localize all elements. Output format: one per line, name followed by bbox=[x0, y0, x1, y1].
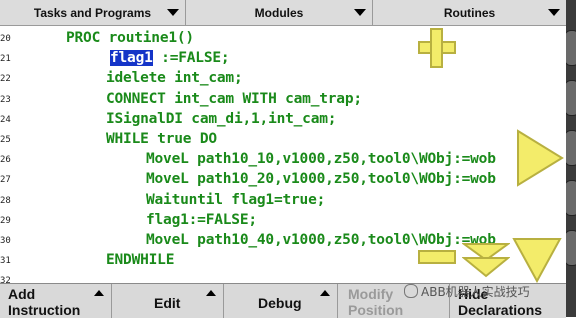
watermark: ABB机器人实战技巧 bbox=[404, 283, 530, 300]
code-text: Waituntil flag1=true; bbox=[146, 191, 326, 208]
dropdown-arrow-icon bbox=[354, 9, 366, 16]
code-text: idelete int_cam; bbox=[106, 70, 243, 87]
code-line[interactable]: Waituntil flag1=true; bbox=[146, 192, 325, 208]
line-number: 29 bbox=[0, 215, 11, 226]
code-text: ISignalDI cam_di,1,int_cam; bbox=[106, 110, 337, 127]
code-line[interactable]: MoveL path10_10,v1000,z50,tool0\WObj:=wo… bbox=[146, 151, 496, 167]
code-line[interactable]: idelete int_cam; bbox=[106, 70, 243, 87]
tab-label: Tasks and Programs bbox=[33, 5, 152, 20]
code-line[interactable]: flag1 :=FALSE; bbox=[109, 49, 230, 68]
line-number: 32 bbox=[0, 276, 11, 283]
code-text: MoveL path10_40,v1000,z50,tool0\WObj:=wo… bbox=[146, 232, 496, 248]
code-line[interactable]: ENDWHILE bbox=[106, 252, 174, 268]
code-text: ENDWHILE bbox=[106, 252, 175, 269]
line-number: 23 bbox=[0, 94, 11, 105]
menu-up-arrow-icon bbox=[206, 290, 216, 296]
tab-tasks-and-programs[interactable]: Tasks and Programs bbox=[0, 0, 186, 25]
minus-icon[interactable] bbox=[418, 250, 456, 264]
dropdown-arrow-icon bbox=[167, 9, 179, 16]
code-line[interactable]: flag1:=FALSE; bbox=[146, 212, 257, 228]
menu-up-arrow-icon bbox=[320, 290, 330, 296]
line-number: 21 bbox=[0, 54, 11, 65]
menu-up-arrow-icon bbox=[94, 290, 104, 296]
step-down-single-icon[interactable] bbox=[512, 237, 562, 283]
code-text: :=FALSE; bbox=[152, 50, 230, 67]
button-label: Debug bbox=[258, 295, 302, 311]
line-number: 30 bbox=[0, 236, 11, 246]
tab-label: Modules bbox=[254, 5, 304, 20]
line-number: 26 bbox=[0, 155, 11, 166]
code-text: MoveL path10_10,v1000,z50,tool0\WObj:=wo… bbox=[146, 151, 496, 168]
line-number: 22 bbox=[0, 74, 11, 85]
line-number: 25 bbox=[0, 135, 11, 145]
code-text: MoveL path10_20,v1000,z50,tool0\WObj:=wo… bbox=[146, 171, 496, 188]
button-label: Edit bbox=[154, 295, 181, 311]
line-number: 28 bbox=[0, 195, 11, 206]
code-text: PROC routine1() bbox=[66, 30, 194, 46]
code-line[interactable]: PROC routine1() bbox=[66, 30, 194, 46]
plus-icon[interactable] bbox=[418, 28, 456, 68]
selected-token[interactable]: flag1 bbox=[109, 49, 154, 68]
top-tab-bar: Tasks and Programs Modules Routines bbox=[0, 0, 566, 26]
debug-button[interactable]: Debug bbox=[224, 284, 338, 318]
button-label: Modify Position bbox=[348, 286, 404, 318]
tab-label: Routines bbox=[443, 5, 496, 20]
watermark-text: ABB机器人实战技巧 bbox=[421, 285, 530, 299]
button-label: Add Instruction bbox=[8, 286, 81, 318]
dropdown-arrow-icon bbox=[548, 9, 560, 16]
code-line[interactable]: ISignalDI cam_di,1,int_cam; bbox=[106, 110, 337, 127]
code-text: flag1:=FALSE; bbox=[146, 211, 257, 228]
line-number: 27 bbox=[0, 175, 11, 186]
step-down-icon[interactable] bbox=[462, 242, 510, 278]
code-line[interactable]: CONNECT int_cam WITH cam_trap; bbox=[106, 91, 362, 107]
code-text: CONNECT int_cam WITH cam_trap; bbox=[106, 90, 362, 107]
edit-button[interactable]: Edit bbox=[112, 284, 224, 318]
tab-modules[interactable]: Modules bbox=[186, 0, 373, 25]
code-text: WHILE true DO bbox=[106, 131, 217, 147]
line-number: 24 bbox=[0, 114, 11, 125]
play-icon[interactable] bbox=[516, 129, 564, 187]
code-line[interactable]: MoveL path10_40,v1000,z50,tool0\WObj:=wo… bbox=[146, 232, 496, 248]
line-number: 31 bbox=[0, 256, 11, 267]
code-line[interactable]: WHILE true DO bbox=[106, 131, 217, 147]
watermark-icon bbox=[404, 284, 418, 298]
flexpendant-side-panel bbox=[564, 0, 576, 317]
tab-routines[interactable]: Routines bbox=[373, 0, 566, 25]
code-line[interactable]: MoveL path10_20,v1000,z50,tool0\WObj:=wo… bbox=[146, 171, 496, 187]
line-number: 20 bbox=[0, 34, 11, 44]
add-instruction-button[interactable]: Add Instruction bbox=[0, 284, 112, 318]
